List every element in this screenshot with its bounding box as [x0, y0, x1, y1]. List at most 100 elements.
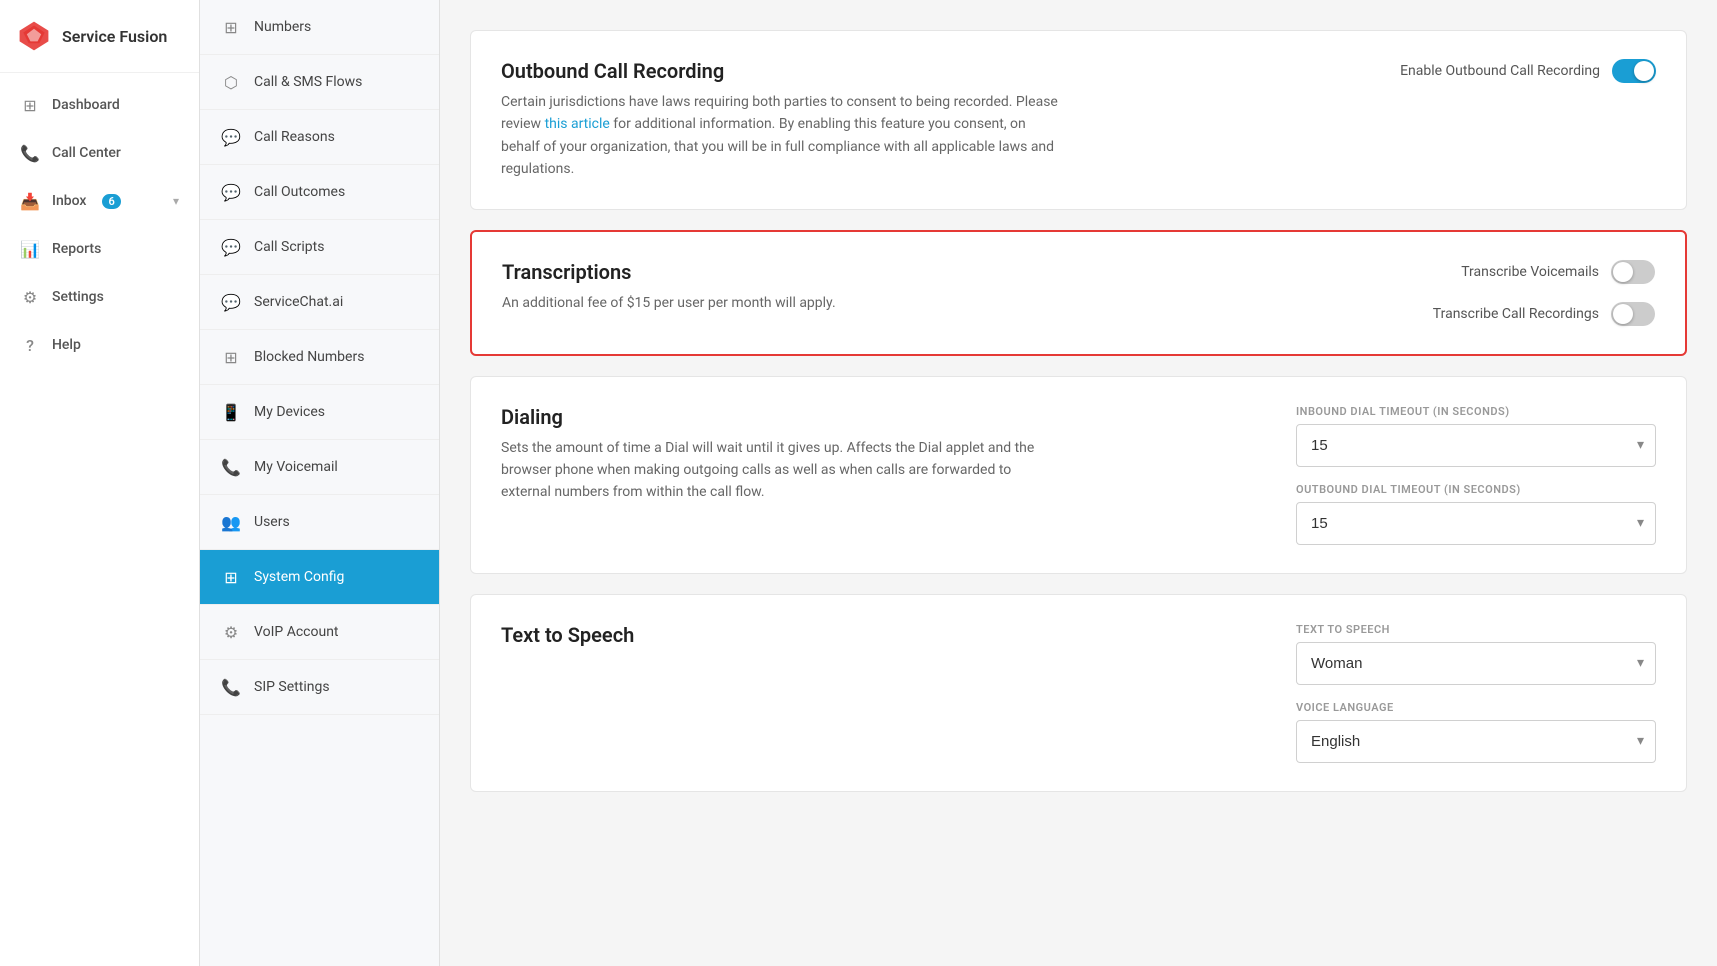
sidebar-item-my-devices[interactable]: 📱 My Devices — [200, 385, 439, 440]
sidebar-item-servicechat-ai[interactable]: 💬 ServiceChat.ai — [200, 275, 439, 330]
transcribe-voicemails-row: Transcribe Voicemails — [1461, 260, 1655, 284]
nav-item-call-center-label: Call Center — [52, 145, 121, 161]
outbound-recording-controls: Enable Outbound Call Recording — [1356, 59, 1656, 83]
sidebar-item-voip-account[interactable]: ⚙ VoIP Account — [200, 605, 439, 660]
enable-outbound-toggle-row: Enable Outbound Call Recording — [1400, 59, 1656, 83]
second-sidebar: ⊞ Numbers ⬡ Call & SMS Flows 💬 Call Reas… — [200, 0, 440, 966]
dialing-card: Dialing Sets the amount of time a Dial w… — [470, 376, 1687, 574]
tts-content: Text to Speech — [501, 623, 634, 655]
nav-item-dashboard-label: Dashboard — [52, 97, 120, 113]
app-name: Service Fusion — [62, 27, 167, 46]
nav-item-help-label: Help — [52, 337, 81, 353]
nav-item-reports[interactable]: 📊 Reports — [0, 225, 199, 273]
nav-item-call-center[interactable]: 📞 Call Center — [0, 129, 199, 177]
nav-item-dashboard[interactable]: ⊞ Dashboard — [0, 81, 199, 129]
inbound-timeout-select-wrapper: 15 20 25 30 45 60 — [1296, 424, 1656, 467]
sidebar-item-call-scripts[interactable]: 💬 Call Scripts — [200, 220, 439, 275]
dialing-layout: Dialing Sets the amount of time a Dial w… — [501, 405, 1656, 545]
system-config-icon: ⊞ — [220, 566, 242, 588]
voip-account-icon: ⚙ — [220, 621, 242, 643]
nav-item-settings[interactable]: ⚙ Settings — [0, 273, 199, 321]
tts-voice-group: TEXT TO SPEECH Woman Man — [1296, 623, 1656, 685]
outbound-recording-title: Outbound Call Recording — [501, 59, 1061, 83]
sidebar-item-sip-settings[interactable]: 📞 SIP Settings — [200, 660, 439, 715]
voice-language-group: VOICE LANGUAGE English Spanish French — [1296, 701, 1656, 763]
tts-layout: Text to Speech TEXT TO SPEECH Woman Man … — [501, 623, 1656, 763]
sidebar-item-my-voicemail-label: My Voicemail — [254, 459, 338, 475]
enable-outbound-toggle[interactable] — [1612, 59, 1656, 83]
dialing-desc: Sets the amount of time a Dial will wait… — [501, 437, 1051, 504]
inbox-icon: 📥 — [20, 191, 40, 211]
sidebar-item-call-sms-flows[interactable]: ⬡ Call & SMS Flows — [200, 55, 439, 110]
transcribe-recordings-label: Transcribe Call Recordings — [1433, 306, 1599, 322]
nav-item-inbox[interactable]: 📥 Inbox 6 ▾ — [0, 177, 199, 225]
voice-language-select-wrapper: English Spanish French — [1296, 720, 1656, 763]
inbound-timeout-label: INBOUND DIAL TIMEOUT (IN SECONDS) — [1296, 405, 1656, 418]
nav-item-help[interactable]: ? Help — [0, 321, 199, 369]
transcriptions-desc: An additional fee of $15 per user per mo… — [502, 292, 836, 314]
outbound-timeout-select[interactable]: 15 20 25 30 45 60 — [1296, 502, 1656, 545]
inbox-badge: 6 — [102, 194, 120, 209]
transcriptions-title: Transcriptions — [502, 260, 836, 284]
inbound-timeout-select[interactable]: 15 20 25 30 45 60 — [1296, 424, 1656, 467]
this-article-link[interactable]: this article — [545, 116, 610, 132]
dialing-controls: INBOUND DIAL TIMEOUT (IN SECONDS) 15 20 … — [1296, 405, 1656, 545]
logo-area: Service Fusion — [0, 0, 199, 73]
sidebar-item-blocked-numbers-label: Blocked Numbers — [254, 349, 364, 365]
outbound-recording-card: Outbound Call Recording Certain jurisdic… — [470, 30, 1687, 210]
tts-title: Text to Speech — [501, 623, 634, 647]
call-scripts-icon: 💬 — [220, 236, 242, 258]
tts-voice-label: TEXT TO SPEECH — [1296, 623, 1656, 636]
sidebar-item-numbers[interactable]: ⊞ Numbers — [200, 0, 439, 55]
sidebar-item-sip-settings-label: SIP Settings — [254, 679, 330, 695]
outbound-recording-content: Outbound Call Recording Certain jurisdic… — [501, 59, 1061, 181]
sidebar-item-system-config[interactable]: ⊞ System Config — [200, 550, 439, 605]
my-devices-icon: 📱 — [220, 401, 242, 423]
call-outcomes-icon: 💬 — [220, 181, 242, 203]
transcribe-recordings-row: Transcribe Call Recordings — [1433, 302, 1655, 326]
transcribe-recordings-toggle[interactable] — [1611, 302, 1655, 326]
sip-settings-icon: 📞 — [220, 676, 242, 698]
enable-outbound-label: Enable Outbound Call Recording — [1400, 63, 1600, 79]
numbers-icon: ⊞ — [220, 16, 242, 38]
reports-icon: 📊 — [20, 239, 40, 259]
outbound-timeout-group: OUTBOUND DIAL TIMEOUT (IN SECONDS) 15 20… — [1296, 483, 1656, 545]
tts-voice-select-wrapper: Woman Man — [1296, 642, 1656, 685]
tts-controls: TEXT TO SPEECH Woman Man VOICE LANGUAGE … — [1296, 623, 1656, 763]
sidebar-item-blocked-numbers[interactable]: ⊞ Blocked Numbers — [200, 330, 439, 385]
dialing-title: Dialing — [501, 405, 1051, 429]
logo-icon — [16, 18, 52, 54]
settings-icon: ⚙ — [20, 287, 40, 307]
sidebar-item-call-reasons[interactable]: 💬 Call Reasons — [200, 110, 439, 165]
sidebar-item-my-voicemail[interactable]: 📞 My Voicemail — [200, 440, 439, 495]
users-icon: 👥 — [220, 511, 242, 533]
sidebar-item-users-label: Users — [254, 514, 290, 530]
outbound-recording-desc: Certain jurisdictions have laws requirin… — [501, 91, 1061, 181]
transcriptions-controls: Transcribe Voicemails Transcribe Call Re… — [1355, 260, 1655, 326]
tts-card: Text to Speech TEXT TO SPEECH Woman Man … — [470, 594, 1687, 792]
nav-item-settings-label: Settings — [52, 289, 104, 305]
sidebar-item-my-devices-label: My Devices — [254, 404, 325, 420]
inbox-chevron-icon: ▾ — [173, 194, 179, 208]
sidebar-item-call-outcomes-label: Call Outcomes — [254, 184, 345, 200]
sidebar-item-call-sms-flows-label: Call & SMS Flows — [254, 74, 362, 90]
call-center-icon: 📞 — [20, 143, 40, 163]
tts-voice-select[interactable]: Woman Man — [1296, 642, 1656, 685]
servicechat-icon: 💬 — [220, 291, 242, 313]
sidebar-item-users[interactable]: 👥 Users — [200, 495, 439, 550]
sidebar-item-system-config-label: System Config — [254, 569, 344, 585]
dashboard-icon: ⊞ — [20, 95, 40, 115]
sidebar-item-call-outcomes[interactable]: 💬 Call Outcomes — [200, 165, 439, 220]
outbound-recording-header: Outbound Call Recording Certain jurisdic… — [501, 59, 1656, 181]
call-reasons-icon: 💬 — [220, 126, 242, 148]
voice-language-select[interactable]: English Spanish French — [1296, 720, 1656, 763]
outbound-timeout-select-wrapper: 15 20 25 30 45 60 — [1296, 502, 1656, 545]
sidebar-item-servicechat-ai-label: ServiceChat.ai — [254, 294, 343, 310]
transcribe-voicemails-toggle[interactable] — [1611, 260, 1655, 284]
sidebar-item-call-scripts-label: Call Scripts — [254, 239, 324, 255]
dialing-content: Dialing Sets the amount of time a Dial w… — [501, 405, 1051, 504]
nav-items: ⊞ Dashboard 📞 Call Center 📥 Inbox 6 ▾ 📊 … — [0, 73, 199, 377]
transcriptions-header: Transcriptions An additional fee of $15 … — [502, 260, 1655, 326]
sidebar-item-numbers-label: Numbers — [254, 19, 311, 35]
transcriptions-content: Transcriptions An additional fee of $15 … — [502, 260, 836, 314]
